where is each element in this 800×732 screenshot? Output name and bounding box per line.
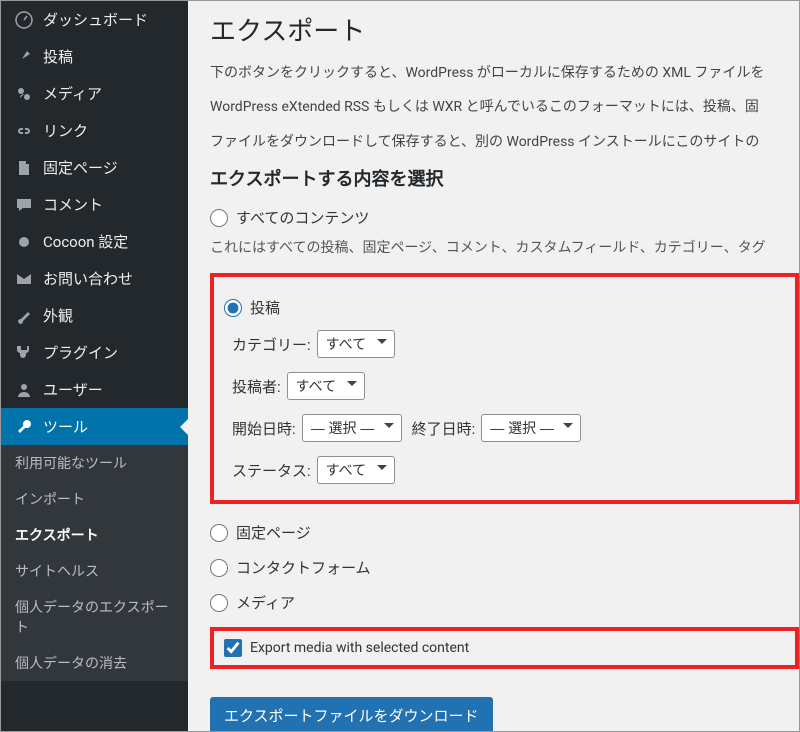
sidebar-item-label: Cocoon 設定 bbox=[43, 231, 128, 252]
radio-row-pages: 固定ページ bbox=[210, 518, 799, 547]
main-content: エクスポート 下のボタンをクリックすると、WordPress がローカルに保存す… bbox=[188, 1, 799, 731]
select-end-date[interactable]: — 選択 — bbox=[481, 414, 581, 442]
sidebar-item-label: ユーザー bbox=[43, 379, 103, 400]
sidebar-item-tools[interactable]: ツール bbox=[1, 408, 188, 445]
checkbox-export-media[interactable] bbox=[224, 639, 242, 657]
sidebar-item-links[interactable]: リンク bbox=[1, 112, 188, 149]
field-status: ステータス: すべて bbox=[232, 456, 785, 484]
radio-posts-label: 投稿 bbox=[250, 297, 280, 318]
radio-pages-label: 固定ページ bbox=[236, 522, 311, 543]
sidebar-item-pages[interactable]: 固定ページ bbox=[1, 149, 188, 186]
export-media-box: Export media with selected content bbox=[210, 627, 799, 669]
sidebar-item-posts[interactable]: 投稿 bbox=[1, 38, 188, 75]
radio-contactform[interactable] bbox=[210, 559, 228, 577]
page-icon bbox=[13, 158, 35, 178]
checkbox-row-export-media: Export media with selected content bbox=[224, 639, 785, 657]
radio-posts[interactable] bbox=[224, 299, 242, 317]
sub-item-personal-data-export[interactable]: 個人データのエクスポート bbox=[1, 589, 188, 645]
posts-options-box: 投稿 カテゴリー: すべて 投稿者: すべて 開始日時: — 選択 — 終了日時… bbox=[210, 273, 799, 504]
pin-icon bbox=[13, 47, 35, 67]
sidebar-item-label: プラグイン bbox=[43, 342, 118, 363]
user-icon bbox=[13, 380, 35, 400]
dashboard-icon bbox=[13, 10, 35, 30]
label-author: 投稿者: bbox=[232, 376, 281, 397]
label-end-date: 終了日時: bbox=[412, 418, 476, 439]
radio-row-media: メディア bbox=[210, 588, 799, 617]
link-icon bbox=[13, 121, 35, 141]
sidebar-item-appearance[interactable]: 外観 bbox=[1, 297, 188, 334]
media-icon bbox=[13, 84, 35, 104]
section-title: エクスポートする内容を選択 bbox=[210, 165, 799, 191]
sidebar-item-contact[interactable]: お問い合わせ bbox=[1, 260, 188, 297]
sidebar-item-users[interactable]: ユーザー bbox=[1, 371, 188, 408]
sub-item-export[interactable]: エクスポート bbox=[1, 517, 188, 553]
sub-item-available-tools[interactable]: 利用可能なツール bbox=[1, 445, 188, 481]
radio-all-content[interactable] bbox=[210, 209, 228, 227]
page-title: エクスポート bbox=[210, 11, 799, 48]
select-author[interactable]: すべて bbox=[287, 372, 365, 400]
field-author: 投稿者: すべて bbox=[232, 372, 785, 400]
sidebar-item-plugins[interactable]: プラグイン bbox=[1, 334, 188, 371]
select-status[interactable]: すべて bbox=[317, 456, 395, 484]
sidebar-item-media[interactable]: メディア bbox=[1, 75, 188, 112]
plug-icon bbox=[13, 343, 35, 363]
sidebar-item-dashboard[interactable]: ダッシュボード bbox=[1, 1, 188, 38]
select-start-date[interactable]: — 選択 — bbox=[302, 414, 402, 442]
sub-item-personal-data-erase[interactable]: 個人データの消去 bbox=[1, 645, 188, 681]
radio-media-label: メディア bbox=[236, 592, 295, 613]
sub-item-site-health[interactable]: サイトヘルス bbox=[1, 553, 188, 589]
sidebar-item-cocoon[interactable]: Cocoon 設定 bbox=[1, 223, 188, 260]
label-start-date: 開始日時: bbox=[232, 418, 296, 439]
admin-sidebar: ダッシュボード 投稿 メディア リンク 固定ページ コメント Cocoon 設定 bbox=[1, 1, 188, 731]
comment-icon bbox=[13, 195, 35, 215]
label-status: ステータス: bbox=[232, 460, 311, 481]
radio-contactform-label: コンタクトフォーム bbox=[236, 557, 371, 578]
sidebar-item-label: ツール bbox=[43, 416, 88, 437]
radio-media[interactable] bbox=[210, 594, 228, 612]
sidebar-item-label: お問い合わせ bbox=[43, 268, 133, 289]
radio-row-posts: 投稿 bbox=[224, 293, 785, 322]
sidebar-item-label: メディア bbox=[43, 83, 102, 104]
sub-item-import[interactable]: インポート bbox=[1, 481, 188, 517]
sidebar-item-label: コメント bbox=[43, 194, 103, 215]
field-date-range: 開始日時: — 選択 — 終了日時: — 選択 — bbox=[232, 414, 785, 442]
sidebar-item-label: 外観 bbox=[43, 305, 73, 326]
sidebar-item-label: 固定ページ bbox=[43, 157, 118, 178]
mail-icon bbox=[13, 269, 35, 289]
select-category[interactable]: すべて bbox=[317, 330, 395, 358]
sidebar-submenu-tools: 利用可能なツール インポート エクスポート サイトヘルス 個人データのエクスポー… bbox=[1, 445, 188, 681]
intro-text-3: ファイルをダウンロードして保存すると、別の WordPress インストールにこ… bbox=[210, 131, 799, 153]
intro-text-1: 下のボタンをクリックすると、WordPress がローカルに保存するための XM… bbox=[210, 62, 799, 84]
circle-icon bbox=[13, 232, 35, 252]
radio-row-all: すべてのコンテンツ bbox=[210, 203, 799, 232]
sidebar-item-comments[interactable]: コメント bbox=[1, 186, 188, 223]
all-content-description: これにはすべての投稿、固定ページ、コメント、カスタムフィールド、カテゴリー、タグ bbox=[210, 238, 799, 259]
sidebar-item-label: リンク bbox=[43, 120, 88, 141]
download-export-button[interactable]: エクスポートファイルをダウンロード bbox=[210, 697, 493, 731]
wrench-icon bbox=[13, 417, 35, 437]
label-category: カテゴリー: bbox=[232, 334, 311, 355]
sidebar-item-label: ダッシュボード bbox=[43, 9, 148, 30]
sidebar-item-label: 投稿 bbox=[43, 46, 73, 67]
intro-text-2: WordPress eXtended RSS もしくは WXR と呼んでいるこの… bbox=[210, 96, 799, 118]
radio-all-label: すべてのコンテンツ bbox=[236, 207, 369, 228]
brush-icon bbox=[13, 306, 35, 326]
field-category: カテゴリー: すべて bbox=[232, 330, 785, 358]
radio-pages[interactable] bbox=[210, 524, 228, 542]
radio-row-contactform: コンタクトフォーム bbox=[210, 553, 799, 582]
checkbox-export-media-label: Export media with selected content bbox=[250, 640, 469, 656]
